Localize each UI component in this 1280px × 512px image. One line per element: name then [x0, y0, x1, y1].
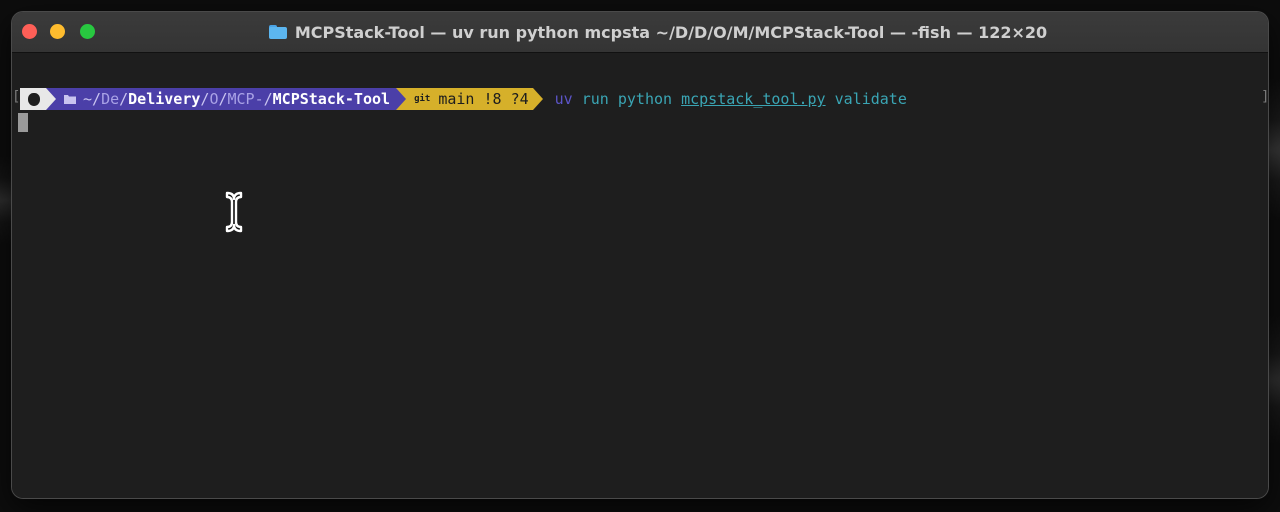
os-segment [20, 88, 46, 110]
command-file: mcpstack_tool.py [681, 90, 826, 108]
terminal-window[interactable]: MCPStack-Tool — uv run python mcpsta ~/D… [12, 12, 1268, 498]
window-title: MCPStack-Tool — uv run python mcpsta ~/D… [294, 22, 1048, 42]
path-separator: / [263, 90, 273, 108]
right-bracket: ] [1261, 89, 1268, 105]
path-segment: ~/De / Delivery / O / MCP- / MCPStack-Tool [56, 88, 397, 110]
path-part-de: De [101, 90, 120, 108]
path-separator: / [218, 90, 228, 108]
powerline-separator [396, 88, 407, 110]
terminal-cursor [18, 113, 28, 132]
path-home: ~/ [83, 90, 102, 108]
path-current-dir: MCPStack-Tool [272, 90, 391, 108]
git-branch-status: main !8 ?4 [438, 90, 529, 108]
path-part-delivery: Delivery [128, 90, 201, 108]
shell-prompt: ~/De / Delivery / O / MCP- / MCPStack-Tool git m… [20, 88, 907, 110]
folder-icon [268, 25, 287, 39]
powerline-separator [532, 88, 543, 110]
git-segment: git main !8 ?4 [406, 88, 533, 110]
folder-icon [64, 95, 76, 104]
terminal-content[interactable]: [ ] ~/De/Delivery/O/MCP-/MCPStack-Tool g… [12, 53, 1268, 498]
ibeam-cursor-icon [225, 191, 243, 233]
window-title-group: MCPStack-Tool — uv run python mcpsta ~/D… [12, 12, 1268, 52]
command-uv: uv [554, 90, 573, 108]
git-icon: git [414, 94, 431, 104]
command-arg: validate [834, 90, 907, 108]
command-run-python: run python [581, 90, 673, 108]
path-part-o: O [209, 90, 219, 108]
title-bar[interactable]: MCPStack-Tool — uv run python mcpsta ~/D… [12, 12, 1268, 53]
powerline-separator [46, 88, 56, 110]
path-separator: / [119, 90, 129, 108]
path-part-mcp: MCP- [227, 90, 264, 108]
path-separator: / [200, 90, 210, 108]
command-line: uv run python mcpstack_tool.py validate [555, 90, 907, 108]
apple-icon [28, 92, 40, 106]
